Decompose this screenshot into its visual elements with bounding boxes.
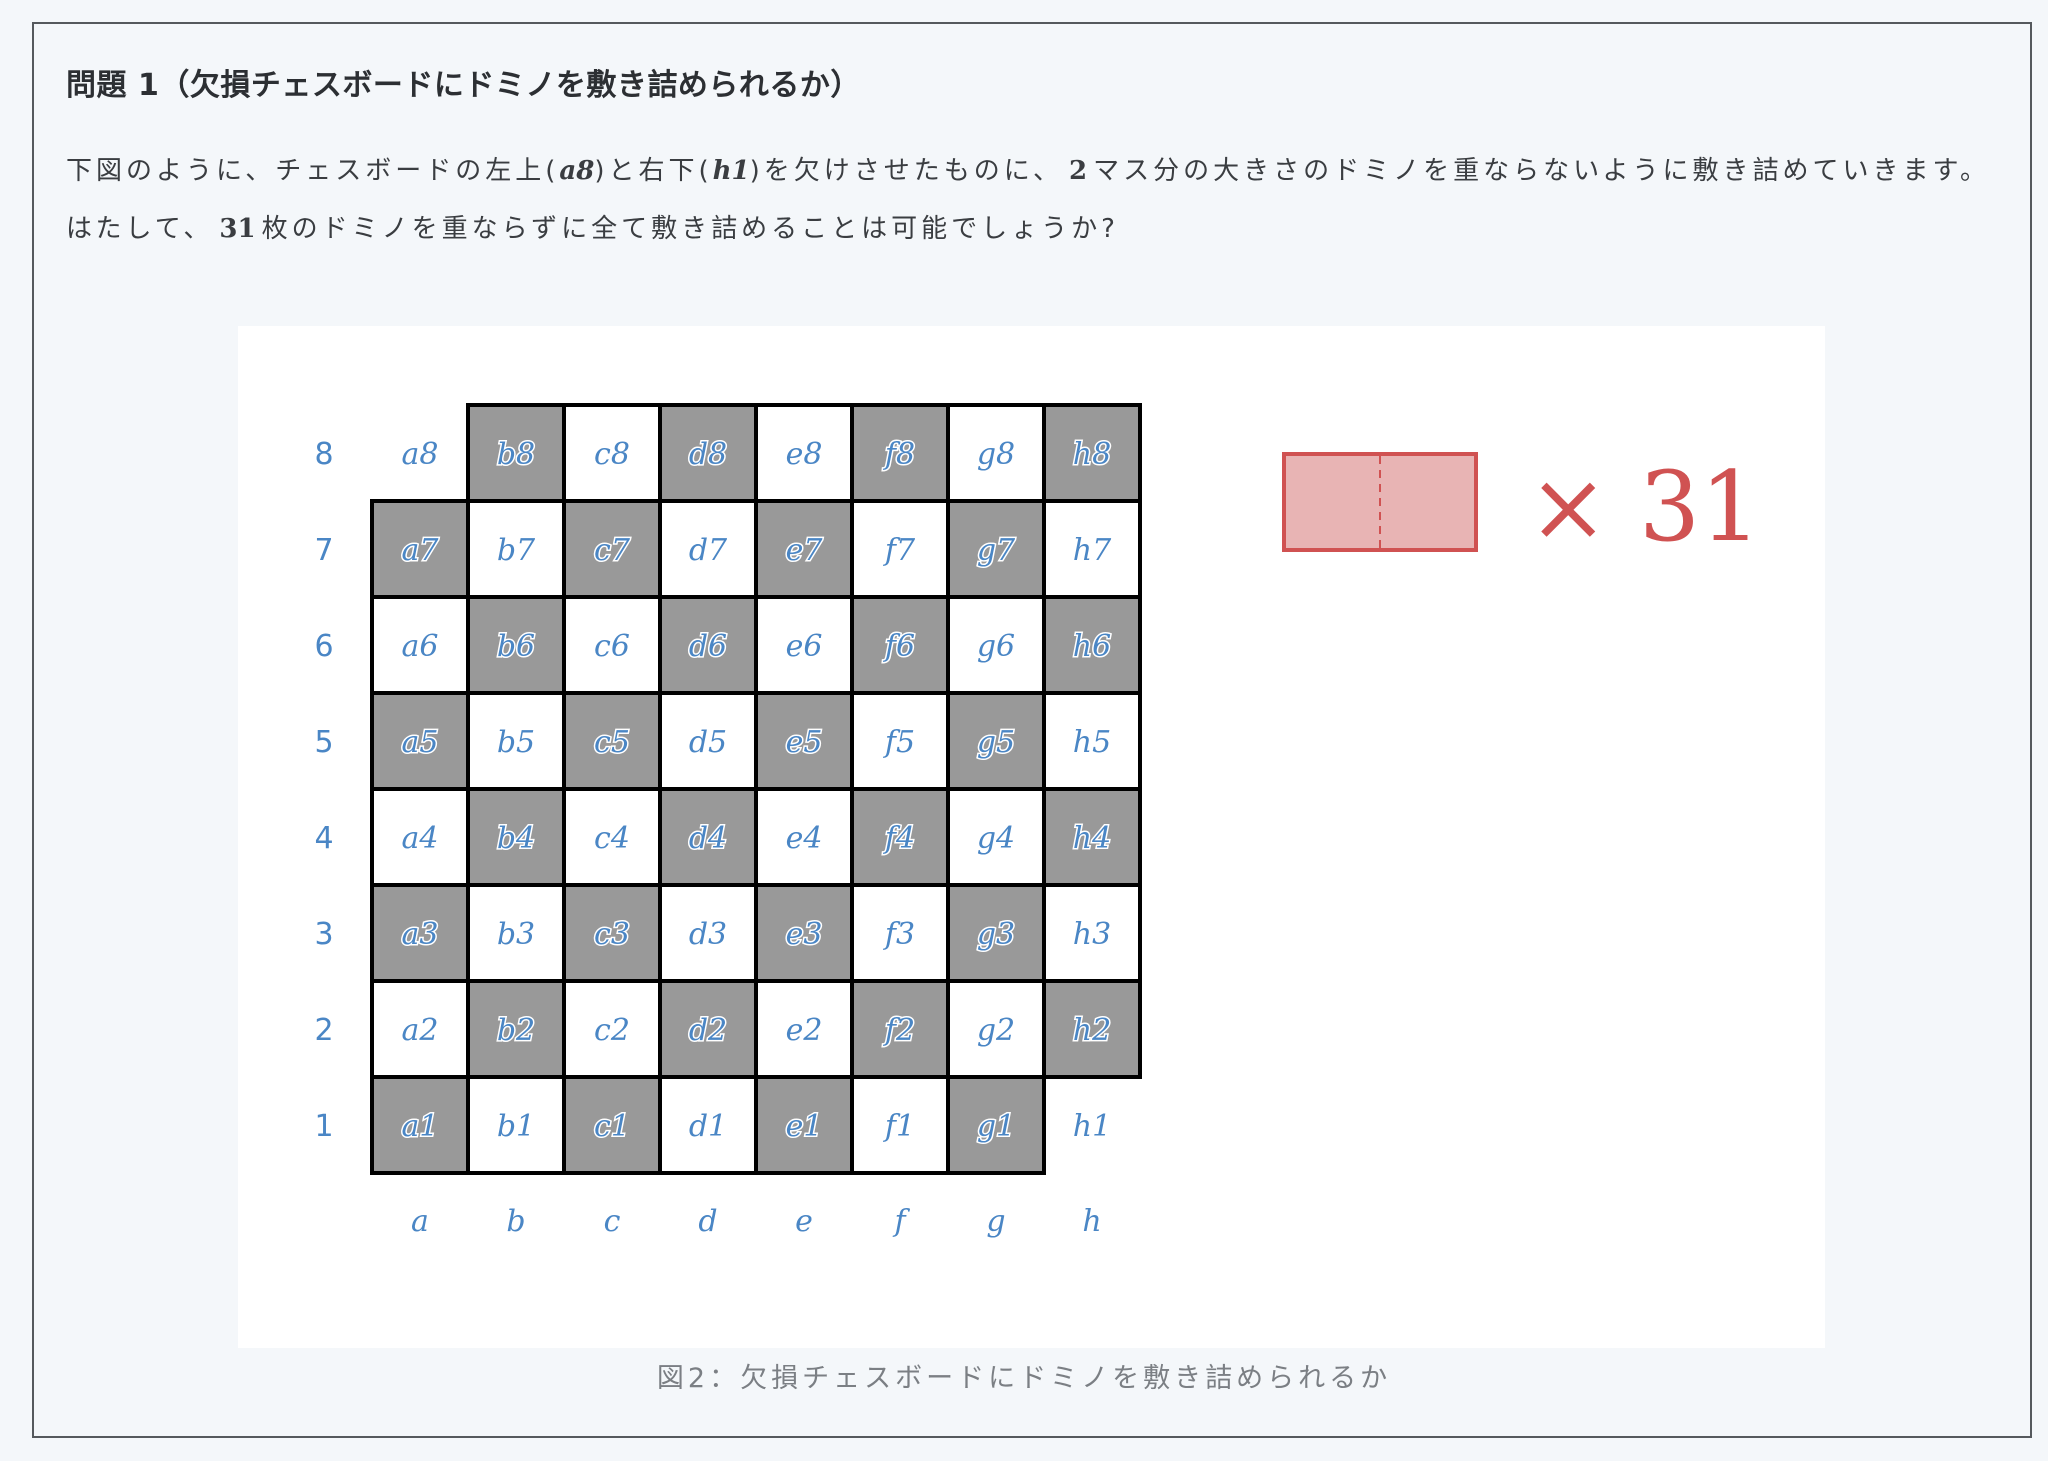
figure-caption: 図2：欠損チェスボードにドミノを敷き詰められるか [656, 1363, 1392, 1394]
square-label-c5: c5 [594, 725, 630, 760]
square-label-c2: c2 [594, 1013, 630, 1048]
square-label-e6: e6 [786, 629, 823, 664]
square-label-f7: f7 [883, 533, 916, 568]
square-label-h4: h4 [1073, 821, 1111, 856]
square-label-a6: a6 [402, 629, 439, 664]
rank-label-5: 5 [314, 725, 333, 760]
square-label-b1: b1 [497, 1109, 535, 1144]
square-label-f3: f3 [883, 917, 915, 952]
square-label-e5: e5 [786, 725, 823, 760]
square-label-f6: f6 [883, 629, 915, 664]
math-h1: h1 [712, 156, 750, 186]
square-label-b3: b3 [497, 917, 535, 952]
square-label-d8: d8 [689, 437, 727, 472]
file-label-a: a [411, 1204, 429, 1239]
square-label-g4: g4 [977, 821, 1015, 856]
file-label-b: b [506, 1204, 525, 1239]
problem-text: 枚のドミノを重ならずに全て敷き詰めることは可能でしょうか? [261, 214, 1119, 244]
square-label-a4: a4 [402, 821, 439, 856]
square-label-b7: b7 [497, 533, 536, 568]
square-label-d6: d6 [689, 629, 727, 664]
board-squares [370, 403, 1142, 1175]
square-label-g5: g5 [977, 725, 1015, 760]
square-label-c7: c7 [594, 533, 631, 568]
square-label-h2: h2 [1073, 1013, 1111, 1048]
square-label-d2: d2 [689, 1013, 727, 1048]
rank-label-2: 2 [314, 1013, 333, 1048]
square-label-g7: g7 [977, 533, 1016, 568]
square-label-a5: a5 [402, 725, 439, 760]
square-label-b2: b2 [497, 1013, 535, 1048]
square-label-a7: a7 [402, 533, 440, 568]
square-label-c3: c3 [594, 917, 630, 952]
rank-label-6: 6 [314, 629, 333, 664]
square-label-b4: b4 [497, 821, 535, 856]
square-label-g3: g3 [977, 917, 1015, 952]
square-label-e1: e1 [786, 1109, 823, 1144]
file-label-c: c [604, 1204, 621, 1239]
chessboard-figure: a8 b8 c8 d8 e8 f8 g8 h8a7 b7 c7 d7 e7 f7 g7 h7a6 b6 c6 d6… [314, 403, 1761, 1239]
square-label-h6: h6 [1073, 629, 1111, 664]
square-label-c1: c1 [594, 1109, 630, 1144]
square-label-h3: h3 [1073, 917, 1111, 952]
square-label-c6: c6 [594, 629, 630, 664]
number-31: 31 [219, 214, 256, 244]
math-a8: a8 [559, 156, 595, 186]
file-label-d: d [698, 1204, 717, 1239]
problem-text: 下図のように、チェスボードの左上( [66, 156, 560, 186]
domino-count-label: × 31 [1528, 451, 1761, 563]
file-label-f: f [892, 1204, 910, 1239]
square-label-b8: b8 [497, 437, 535, 472]
square-label-f5: f5 [883, 725, 915, 760]
file-label-h: h [1082, 1204, 1101, 1239]
file-labels: a b c d e f g h [411, 1204, 1102, 1239]
rank-label-8: 8 [314, 437, 333, 472]
square-label-d5: d5 [689, 725, 727, 760]
rank-labels: 8 7 6 5 4 3 2 1 [314, 437, 333, 1144]
square-label-b5: b5 [497, 725, 535, 760]
square-label-g1: g1 [977, 1109, 1015, 1144]
number-2: 2 [1068, 156, 1088, 186]
square-label-d4: d4 [689, 821, 727, 856]
problem-text: )と右下( [594, 156, 713, 186]
problem-text: )を欠けさせたものに、 [749, 156, 1063, 186]
square-label-a2: a2 [402, 1013, 439, 1048]
square-label-e8: e8 [786, 437, 823, 472]
square-label-e4: e4 [786, 821, 823, 856]
square-label-a8: a8 [402, 437, 439, 472]
domino-legend: × 31 [1282, 451, 1761, 563]
file-label-e: e [795, 1204, 813, 1239]
square-label-h7: h7 [1073, 533, 1112, 568]
rank-label-3: 3 [314, 917, 333, 952]
square-label-e2: e2 [786, 1013, 823, 1048]
square-label-f8: f8 [883, 437, 915, 472]
figure-panel: a8 b8 c8 d8 e8 f8 g8 h8 a7 b7 c7 d7 e7 f7 g7 h7 a6 b6 c6 d6… [238, 326, 1825, 1348]
square-label-a1: a1 [402, 1109, 439, 1144]
square-label-d1: d1 [689, 1109, 727, 1144]
problem-statement: 下図のように、チェスボードの左上(a8)と右下(h1)を欠けさせたものに、 2 マス… [66, 142, 2006, 258]
file-label-g: g [986, 1204, 1005, 1239]
square-label-c4: c4 [594, 821, 630, 856]
square-label-h1: h1 [1073, 1109, 1111, 1144]
square-label-h5: h5 [1073, 725, 1111, 760]
square-label-b6: b6 [497, 629, 535, 664]
rank-label-1: 1 [314, 1109, 333, 1144]
square-label-a3: a3 [402, 917, 439, 952]
square-label-d3: d3 [689, 917, 727, 952]
square-label-g2: g2 [977, 1013, 1015, 1048]
square-label-f1: f1 [883, 1109, 915, 1144]
rank-label-4: 4 [314, 821, 333, 856]
square-label-f2: f2 [883, 1013, 915, 1048]
problem-title: 問題 1（欠損チェスボードにドミノを敷き詰められるか） [66, 68, 861, 103]
square-label-d7: d7 [689, 533, 728, 568]
square-label-h8: h8 [1073, 437, 1111, 472]
square-label-g6: g6 [977, 629, 1015, 664]
rank-label-7: 7 [314, 533, 333, 568]
square-label-c8: c8 [594, 437, 630, 472]
square-label-g8: g8 [977, 437, 1015, 472]
square-label-e3: e3 [786, 917, 823, 952]
square-label-f4: f4 [883, 821, 915, 856]
square-label-e7: e7 [786, 533, 824, 568]
